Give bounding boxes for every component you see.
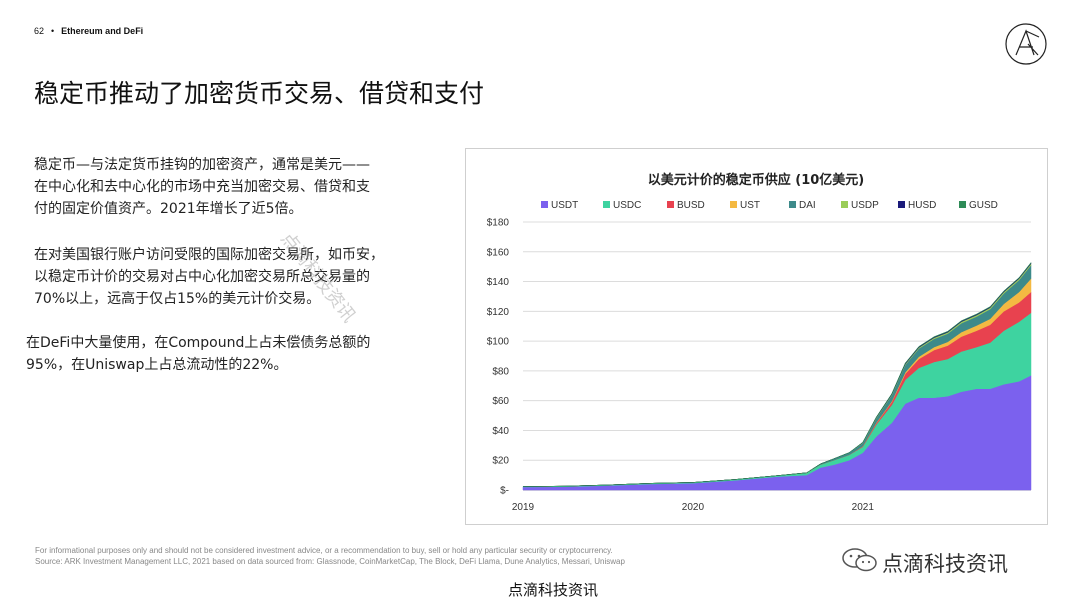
ark-logo-icon (1005, 23, 1047, 65)
legend-label: GUSD (969, 200, 998, 211)
y-tick-label: $40 (492, 426, 509, 437)
source-text: Source: ARK Investment Management LLC, 2… (35, 557, 625, 566)
y-tick-label: $140 (487, 277, 510, 288)
legend-swatch (730, 201, 737, 208)
legend-swatch (603, 201, 610, 208)
text-line: 付的固定价值资产。2021年增长了近5倍。 (34, 201, 303, 217)
y-tick-label: $180 (487, 218, 510, 229)
y-tick-label: $- (500, 486, 509, 497)
y-tick-label: $160 (487, 247, 510, 258)
chart-title: 以美元计价的稳定币供应 (10亿美元) (648, 172, 865, 188)
disclaimer-text: For informational purposes only and shou… (35, 546, 613, 555)
legend-label: HUSD (908, 200, 936, 211)
paragraph-defi-usage: 在DeFi中大量使用，在Compound上占未偿债务总额的 95%，在Unisw… (26, 332, 370, 376)
page-header: 62 • Ethereum and DeFi (34, 26, 143, 36)
page-number: 62 (34, 26, 45, 36)
legend-label: DAI (799, 200, 816, 211)
legend-item-usdc: USDC (603, 200, 641, 211)
y-tick-label: $20 (492, 456, 509, 467)
legend-item-usdp: USDP (841, 200, 879, 211)
chart-series-areas (522, 261, 1032, 491)
legend-label: USDC (613, 200, 641, 211)
legend-item-ust: UST (730, 200, 760, 211)
y-tick-label: $120 (487, 307, 510, 318)
legend-label: UST (740, 200, 760, 211)
legend-item-dai: DAI (789, 200, 816, 211)
x-tick-label: 2021 (852, 502, 875, 513)
section-name: Ethereum and DeFi (61, 26, 144, 36)
chart-legend: USDT USDC BUSD UST DAI USDP HUSD GUSD (541, 200, 998, 211)
y-axis: $- $20 $40 $60 $80 $100 $120 $140 $160 $180 (487, 218, 510, 497)
stablecoin-supply-chart: 以美元计价的稳定币供应 (10亿美元) USDT USDC BUSD UST DAI US… (465, 148, 1048, 525)
legend-item-husd: HUSD (898, 200, 936, 211)
legend-item-busd: BUSD (667, 200, 705, 211)
bottom-caption: 点滴科技资讯 (508, 581, 599, 599)
legend-item-gusd: GUSD (959, 200, 998, 211)
legend-swatch (667, 201, 674, 208)
legend-swatch (789, 201, 796, 208)
x-tick-label: 2019 (512, 502, 535, 513)
legend-swatch (959, 201, 966, 208)
wechat-account-name: 点滴科技资讯 (882, 552, 1008, 576)
text-line: 稳定币—与法定货币挂钩的加密资产，通常是美元—— (34, 157, 370, 173)
legend-item-usdt: USDT (541, 200, 578, 211)
text-line: 在DeFi中大量使用，在Compound上占未偿债务总额的 (26, 335, 371, 351)
legend-label: BUSD (677, 200, 705, 211)
legend-label: USDT (551, 200, 578, 211)
y-tick-label: $60 (492, 396, 509, 407)
text-line: 在中心化和去中心化的市场中充当加密交易、借贷和支 (34, 179, 370, 195)
y-tick-label: $100 (487, 337, 510, 348)
y-tick-label: $80 (492, 366, 509, 377)
text-line: 在对美国银行账户访问受限的国际加密交易所，如币安， (34, 247, 384, 263)
legend-label: USDP (851, 200, 879, 211)
legend-swatch (841, 201, 848, 208)
chart-canvas: 以美元计价的稳定币供应 (10亿美元) USDT USDC BUSD UST DAI US… (487, 172, 1032, 513)
x-tick-label: 2020 (682, 502, 705, 513)
wechat-icon (842, 548, 877, 572)
x-axis: 2019 2020 2021 (512, 502, 874, 513)
paragraph-stablecoin-definition: 稳定币—与法定货币挂钩的加密资产，通常是美元—— 在中心化和去中心化的市场中充当… (34, 154, 370, 220)
legend-swatch (541, 201, 548, 208)
bullet-separator: • (51, 26, 55, 36)
text-line: 95%，在Uniswap上占总流动性的22%。 (26, 357, 288, 373)
page-title: 稳定币推动了加密货币交易、借贷和支付 (34, 79, 485, 108)
legend-swatch (898, 201, 905, 208)
